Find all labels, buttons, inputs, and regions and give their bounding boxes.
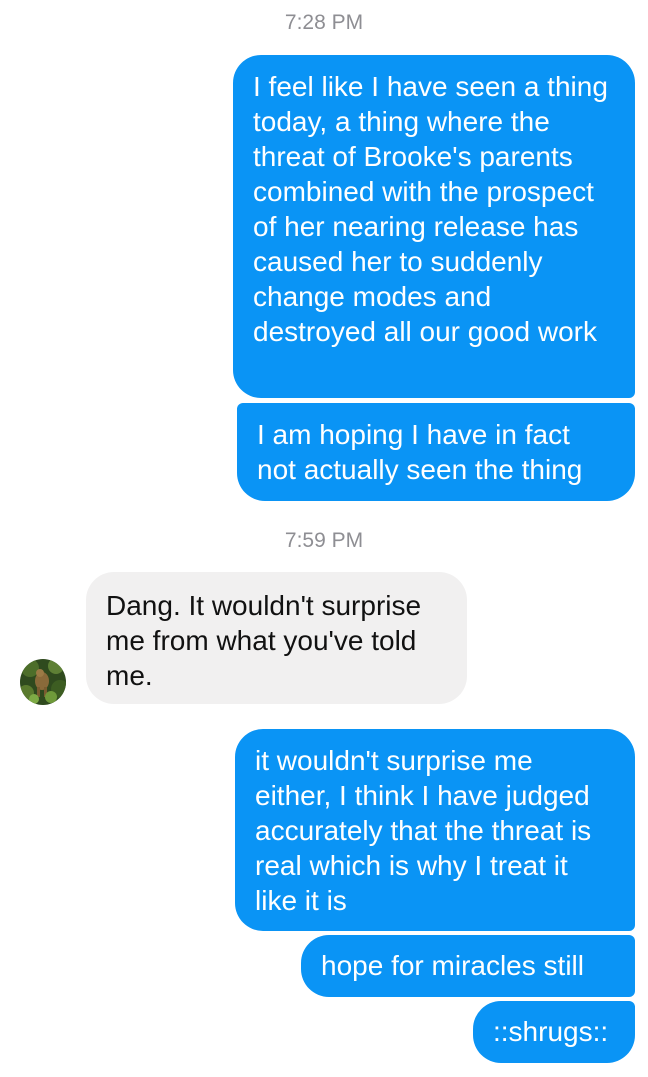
contact-avatar[interactable]	[20, 659, 66, 705]
timestamp: 7:59 PM	[284, 529, 364, 552]
received-message-bubble[interactable]: Dang. It wouldn't surprise me from what …	[86, 572, 467, 704]
sent-message-bubble[interactable]: ::shrugs::	[473, 1001, 635, 1063]
message-thread: 7:28 PM I feel like I have seen a thing …	[0, 0, 648, 1077]
sent-message-bubble[interactable]: hope for miracles still	[301, 935, 635, 997]
sent-message-bubble[interactable]: I am hoping I have in fact not actually …	[237, 403, 635, 501]
sent-message-bubble[interactable]: it wouldn't surprise me either, I think …	[235, 729, 635, 931]
timestamp: 7:28 PM	[284, 11, 364, 34]
avatar-photo-icon	[20, 659, 66, 705]
sent-message-bubble[interactable]: I feel like I have seen a thing today, a…	[233, 55, 635, 398]
